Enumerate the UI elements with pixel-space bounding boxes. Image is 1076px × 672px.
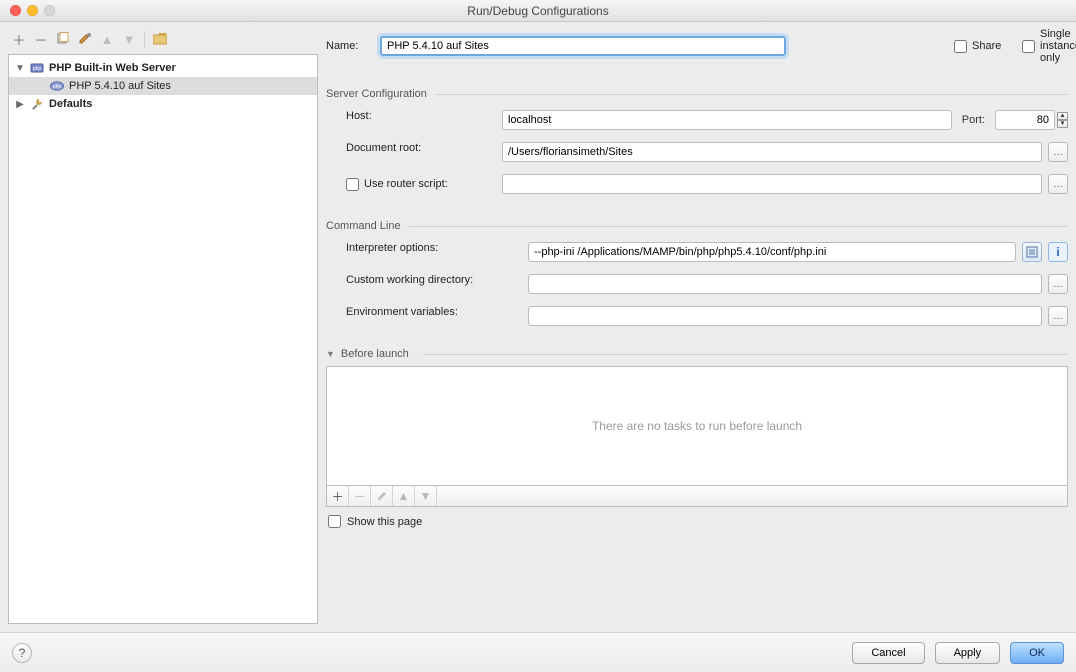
before-up-button[interactable]: ▲ xyxy=(393,486,415,506)
cwd-label: Custom working directory: xyxy=(346,274,522,294)
before-down-button[interactable]: ▼ xyxy=(415,486,437,506)
name-input[interactable] xyxy=(380,36,786,56)
cwd-browse-button[interactable]: … xyxy=(1048,274,1068,294)
env-label: Environment variables: xyxy=(346,306,522,326)
host-input[interactable] xyxy=(502,110,952,130)
php-server-icon: php xyxy=(29,60,45,76)
before-remove-button[interactable]: － xyxy=(349,486,371,506)
router-input[interactable] xyxy=(502,174,1042,194)
intopt-label: Interpreter options: xyxy=(346,242,522,262)
copy-config-button[interactable] xyxy=(54,30,72,48)
add-config-button[interactable]: ＋ xyxy=(10,30,28,48)
tree-node-php-server[interactable]: ▼ php PHP Built-in Web Server xyxy=(9,59,317,77)
svg-text:php: php xyxy=(53,84,62,90)
tree-node-selected-config[interactable]: php PHP 5.4.10 auf Sites xyxy=(9,77,317,95)
titlebar: Run/Debug Configurations xyxy=(0,0,1076,22)
before-launch-title: Before launch xyxy=(341,348,409,360)
tree-node-label: PHP Built-in Web Server xyxy=(49,62,176,74)
before-launch-caret-icon[interactable]: ▼ xyxy=(326,349,335,359)
router-browse-button[interactable]: … xyxy=(1048,174,1068,194)
config-tree[interactable]: ▼ php PHP Built-in Web Server php PHP 5.… xyxy=(8,54,318,624)
docroot-browse-button[interactable]: … xyxy=(1048,142,1068,162)
port-step-up[interactable]: ▴ xyxy=(1057,112,1068,120)
port-input[interactable] xyxy=(995,110,1055,130)
before-launch-empty-text: There are no tasks to run before launch xyxy=(592,419,802,433)
port-label: Port: xyxy=(962,114,985,126)
window-title: Run/Debug Configurations xyxy=(0,4,1076,18)
remove-config-button[interactable]: － xyxy=(32,30,50,48)
move-down-button[interactable]: ▼ xyxy=(120,30,138,48)
wrench-icon xyxy=(29,96,45,112)
expand-field-button[interactable] xyxy=(1022,242,1042,262)
show-page-checkbox[interactable]: Show this page xyxy=(326,515,1068,528)
tree-node-label: PHP 5.4.10 auf Sites xyxy=(69,80,171,92)
help-button[interactable]: ? xyxy=(12,643,32,663)
before-add-button[interactable]: ＋ xyxy=(327,486,349,506)
tree-node-defaults[interactable]: ▶ Defaults xyxy=(9,95,317,113)
php-icon: php xyxy=(49,78,65,94)
apply-button[interactable]: Apply xyxy=(935,642,1001,664)
config-toolbar: ＋ － ▲ ▼ xyxy=(8,28,318,54)
command-line-title: Command Line xyxy=(326,220,401,232)
server-config-title: Server Configuration xyxy=(326,88,427,100)
env-browse-button[interactable]: … xyxy=(1048,306,1068,326)
cancel-button[interactable]: Cancel xyxy=(852,642,924,664)
name-label: Name: xyxy=(326,40,372,52)
env-input[interactable] xyxy=(528,306,1042,326)
share-checkbox[interactable]: Share xyxy=(954,40,1000,53)
docroot-input[interactable] xyxy=(502,142,1042,162)
move-up-button[interactable]: ▲ xyxy=(98,30,116,48)
ok-button[interactable]: OK xyxy=(1010,642,1064,664)
before-launch-list[interactable]: There are no tasks to run before launch xyxy=(326,366,1068,486)
cwd-input[interactable] xyxy=(528,274,1042,294)
folder-icon[interactable] xyxy=(151,30,169,48)
port-step-down[interactable]: ▾ xyxy=(1057,120,1068,128)
before-edit-button[interactable] xyxy=(371,486,393,506)
docroot-label: Document root: xyxy=(346,142,496,162)
tree-node-label: Defaults xyxy=(49,98,92,110)
edit-defaults-button[interactable] xyxy=(76,30,94,48)
host-label: Host: xyxy=(346,110,496,130)
single-instance-checkbox[interactable]: Single instance only xyxy=(1022,28,1068,64)
info-icon[interactable]: i xyxy=(1048,242,1068,262)
interpreter-options-input[interactable] xyxy=(528,242,1016,262)
svg-text:php: php xyxy=(33,66,42,72)
router-checkbox[interactable]: Use router script: xyxy=(346,174,496,194)
